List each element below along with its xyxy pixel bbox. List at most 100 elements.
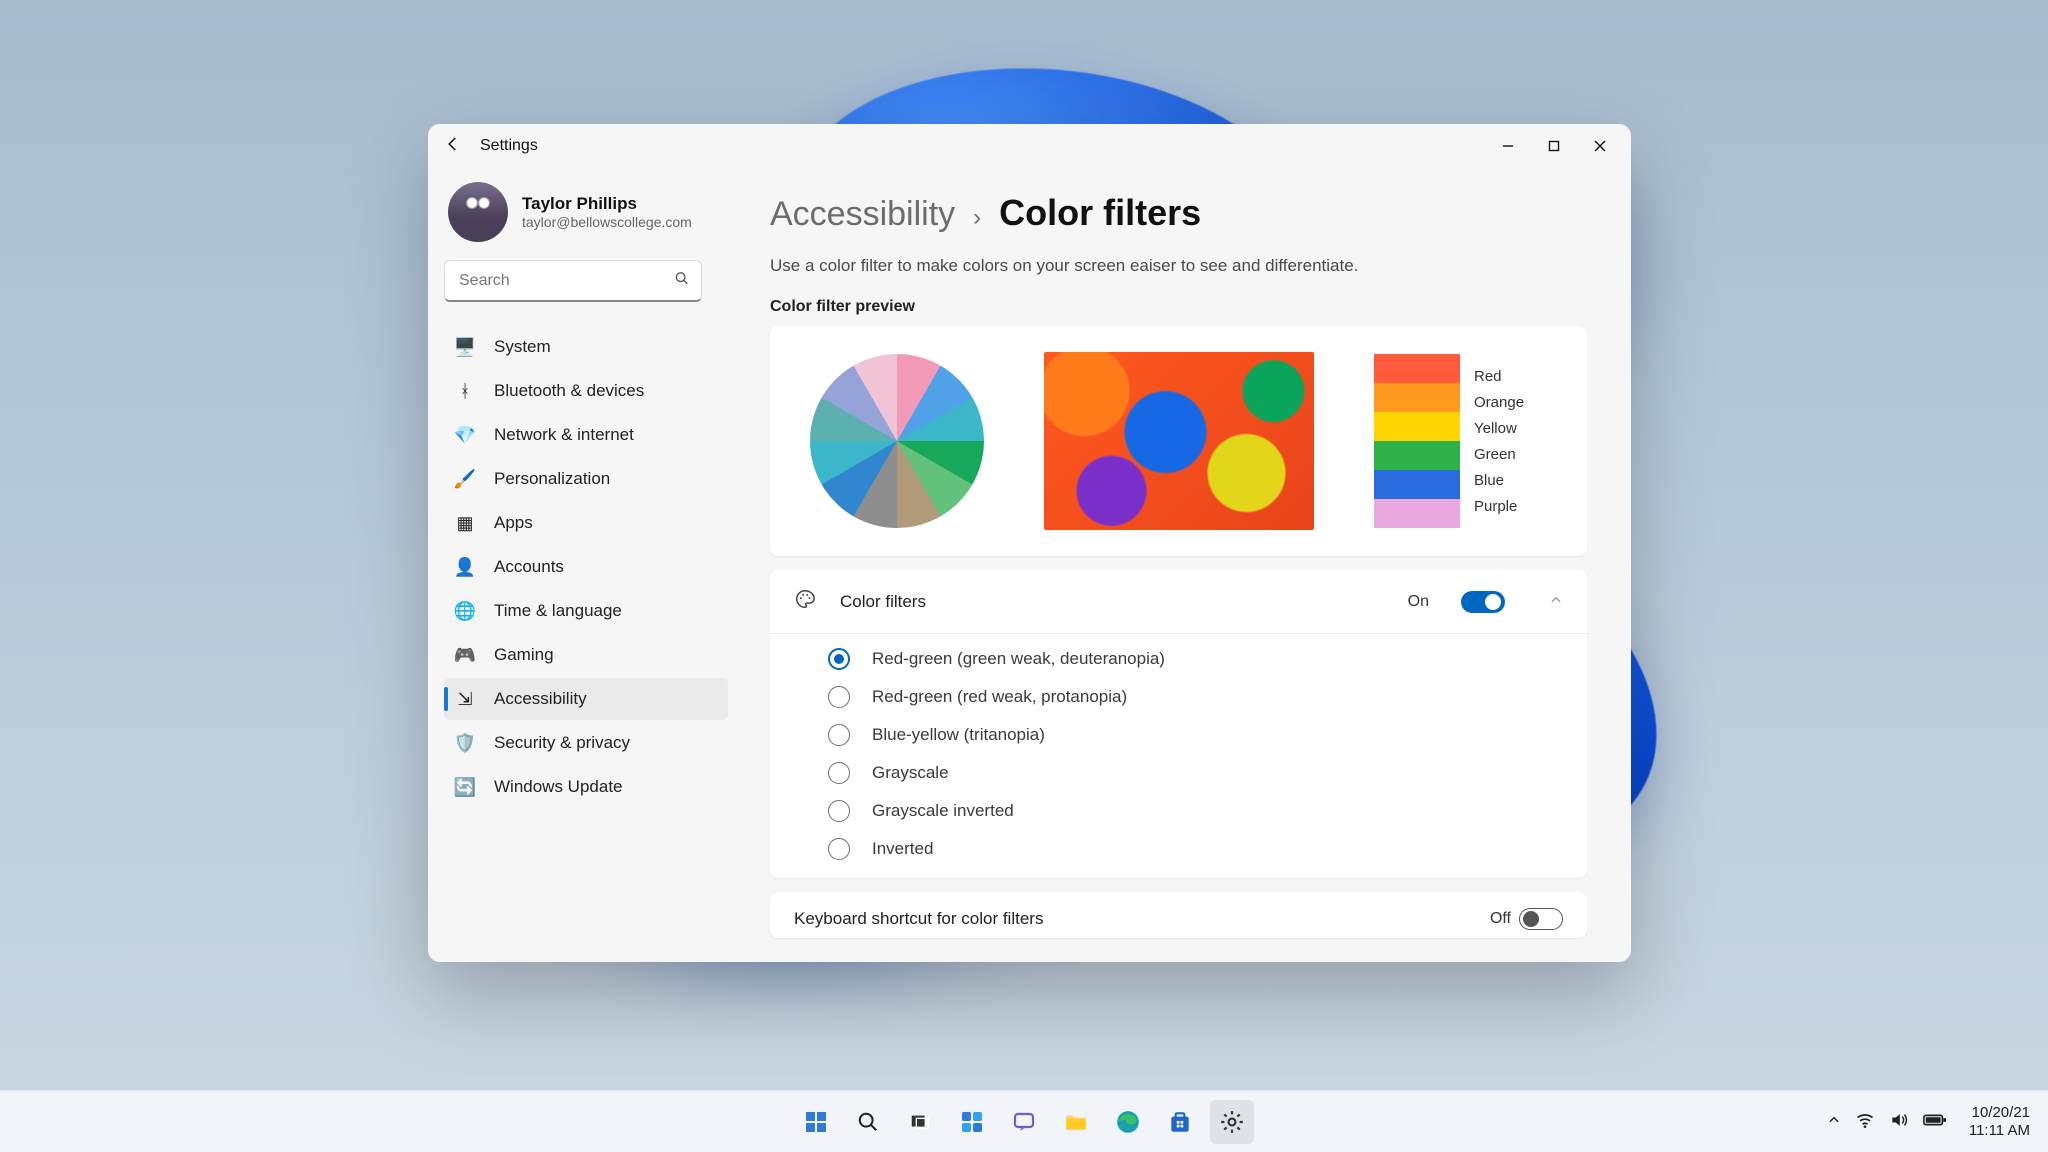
sidebar-item-system[interactable]: 🖥️System <box>444 326 728 368</box>
preview-label: Color filter preview <box>770 298 1587 316</box>
windows-icon <box>804 1110 828 1134</box>
search-box <box>444 260 702 302</box>
close-icon <box>1594 140 1606 152</box>
store-button[interactable] <box>1158 1100 1202 1144</box>
palette-icon <box>794 588 816 615</box>
filter-option[interactable]: Grayscale inverted <box>828 800 1563 822</box>
sidebar-item-apps[interactable]: ▦ Apps <box>444 502 728 544</box>
apps-icon: ▦ <box>454 512 476 534</box>
keyboard-shortcut-toggle[interactable] <box>1519 908 1563 930</box>
filter-option[interactable]: Inverted <box>828 838 1563 860</box>
widgets-button[interactable] <box>950 1100 994 1144</box>
swatch-red <box>1374 354 1460 383</box>
start-button[interactable] <box>794 1100 838 1144</box>
swatch-purple <box>1374 499 1460 528</box>
color-filters-toggle[interactable] <box>1461 591 1505 613</box>
swatch-orange <box>1374 383 1460 412</box>
filter-option[interactable]: Red-green (green weak, deuteranopia) <box>828 648 1563 670</box>
chat-icon <box>1012 1110 1036 1134</box>
sidebar-item-personalization[interactable]: 🖌️Personalization <box>444 458 728 500</box>
edge-button[interactable] <box>1106 1100 1150 1144</box>
page-title: Color filters <box>999 192 1201 234</box>
color-filters-title: Color filters <box>840 592 1384 612</box>
sidebar-item-privacy[interactable]: 🛡️Security & privacy <box>444 722 728 764</box>
clock[interactable]: 10/20/21 11:11 AM <box>1969 1104 2030 1139</box>
radio-icon <box>828 838 850 860</box>
sidebar-item-update[interactable]: 🔄 Windows Update <box>444 766 728 808</box>
maximize-button[interactable] <box>1531 126 1577 166</box>
close-button[interactable] <box>1577 126 1623 166</box>
tray-overflow-button[interactable] <box>1827 1113 1841 1131</box>
swatch-yellow <box>1374 412 1460 441</box>
time-icon: 🌐 <box>454 600 476 622</box>
page-description: Use a color filter to make colors on you… <box>770 256 1587 276</box>
sidebar-item-gaming[interactable]: 🎮 Gaming <box>444 634 728 676</box>
filter-options-group: Red-green (green weak, deuteranopia) Red-… <box>770 634 1587 878</box>
task-view-button[interactable] <box>898 1100 942 1144</box>
filter-option[interactable]: Red-green (red weak, protanopia) <box>828 686 1563 708</box>
filter-option[interactable]: Blue-yellow (tritanopia) <box>828 724 1563 746</box>
profile-block[interactable]: Taylor Phillips taylor@bellowscollege.co… <box>444 176 728 254</box>
task-view-icon <box>909 1111 931 1133</box>
sidebar: Taylor Phillips taylor@bellowscollege.co… <box>428 168 738 962</box>
sidebar-item-label: Personalization <box>494 469 610 489</box>
swatch-label: Green <box>1474 446 1524 463</box>
wifi-icon[interactable] <box>1855 1110 1875 1134</box>
radio-icon <box>828 800 850 822</box>
tray-time: 11:11 AM <box>1969 1122 2030 1139</box>
radio-icon <box>828 724 850 746</box>
sidebar-item-time[interactable]: 🌐Time & language <box>444 590 728 632</box>
sidebar-item-label: Apps <box>494 513 533 533</box>
sidebar-item-accounts[interactable]: 👤 Accounts <box>444 546 728 588</box>
tray-date: 10/20/21 <box>1969 1104 2030 1121</box>
sidebar-item-bluetooth[interactable]: ᚼ Bluetooth & devices <box>444 370 728 412</box>
filter-option-label: Inverted <box>872 839 933 859</box>
search-input[interactable] <box>444 260 702 302</box>
keyboard-shortcut-label: Keyboard shortcut for color filters <box>794 909 1490 929</box>
content-pane: Accessibility › Color filters Use a colo… <box>738 168 1631 962</box>
sidebar-item-label: Security & privacy <box>494 733 630 753</box>
sidebar-item-label: Bluetooth & devices <box>494 381 644 401</box>
preview-card: RedOrangeYellowGreenBluePurple <box>770 326 1587 556</box>
sidebar-item-label: Gaming <box>494 645 554 665</box>
sidebar-item-label: Accounts <box>494 557 564 577</box>
filter-option[interactable]: Grayscale <box>828 762 1563 784</box>
bluetooth-icon: ᚼ <box>454 380 476 402</box>
swatch-label: Yellow <box>1474 420 1524 437</box>
sidebar-item-label: Network & internet <box>494 425 634 445</box>
color-filters-header[interactable]: Color filters On <box>770 570 1587 634</box>
back-button[interactable] <box>444 135 462 158</box>
sidebar-item-label: Accessibility <box>494 689 587 709</box>
filter-option-label: Red-green (green weak, deuteranopia) <box>872 649 1165 669</box>
arrow-left-icon <box>444 135 462 153</box>
edge-icon <box>1115 1109 1141 1135</box>
minimize-button[interactable] <box>1485 126 1531 166</box>
update-icon: 🔄 <box>454 776 476 798</box>
file-explorer-button[interactable] <box>1054 1100 1098 1144</box>
nav-list: 🖥️System ᚼ Bluetooth & devices 💎 Network & i… <box>444 326 728 808</box>
settings-taskbar-button[interactable] <box>1210 1100 1254 1144</box>
accounts-icon: 👤 <box>454 556 476 578</box>
search-icon <box>857 1111 879 1133</box>
network-icon: 💎 <box>454 424 476 446</box>
sidebar-item-accessibility[interactable]: ⇲ Accessibility <box>444 678 728 720</box>
swatch-label: Purple <box>1474 498 1524 515</box>
gaming-icon: 🎮 <box>454 644 476 666</box>
volume-icon[interactable] <box>1889 1110 1909 1134</box>
battery-icon[interactable] <box>1923 1110 1947 1134</box>
gear-icon <box>1219 1109 1245 1135</box>
sidebar-item-network[interactable]: 💎 Network & internet <box>444 414 728 456</box>
breadcrumb-parent[interactable]: Accessibility <box>770 195 955 234</box>
sidebar-item-label: Windows Update <box>494 777 623 797</box>
accessibility-icon: ⇲ <box>454 688 476 710</box>
chevron-up-icon <box>1549 591 1563 612</box>
swatch-preview: RedOrangeYellowGreenBluePurple <box>1374 354 1524 528</box>
widgets-icon <box>960 1110 984 1134</box>
chevron-up-icon <box>1827 1113 1841 1127</box>
breadcrumb-separator: › <box>973 204 981 232</box>
chat-button[interactable] <box>1002 1100 1046 1144</box>
titlebar: Settings <box>428 124 1631 168</box>
folder-icon <box>1063 1109 1089 1135</box>
keyboard-shortcut-card[interactable]: Keyboard shortcut for color filters Off <box>770 892 1587 938</box>
search-button[interactable] <box>846 1100 890 1144</box>
